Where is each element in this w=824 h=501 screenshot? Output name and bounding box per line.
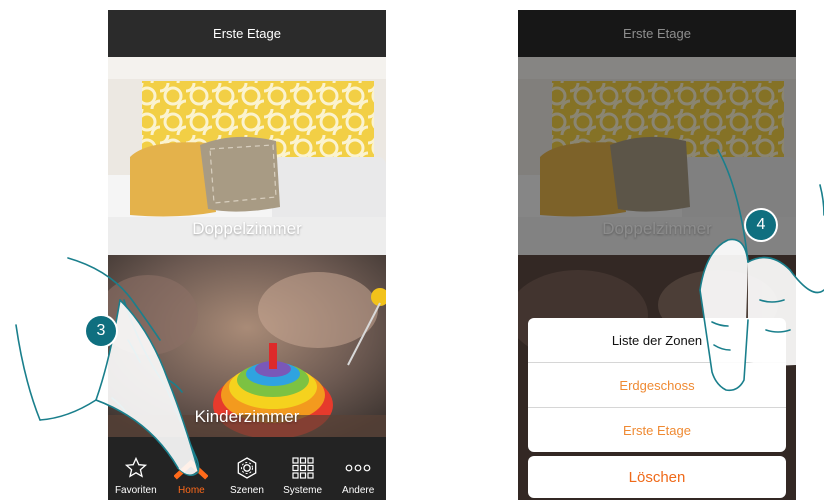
zone-list-sheet: Liste der Zonen Erdgeschoss Erste Etage <box>528 318 786 452</box>
step-badge-4: 4 <box>746 210 776 240</box>
bottom-nav: Favoriten Home Szenen Systeme Andere <box>108 437 386 500</box>
cancel-button[interactable]: Löschen <box>528 456 786 498</box>
zone-option-erdgeschoss[interactable]: Erdgeschoss <box>528 362 786 407</box>
title-bar: Erste Etage <box>108 10 386 57</box>
grid-icon <box>291 455 315 481</box>
room-tile-kinderzimmer[interactable]: Kinderzimmer <box>108 255 386 437</box>
room-label: Doppelzimmer <box>192 219 302 238</box>
step-badge-3: 3 <box>86 316 116 346</box>
nav-szenen[interactable]: Szenen <box>219 437 275 500</box>
home-icon <box>174 455 209 481</box>
nav-home[interactable]: Home <box>164 437 220 500</box>
phone-screen-right: Erste Etage Doppelzimmer Liste der Zonen… <box>518 10 796 500</box>
star-icon <box>124 455 148 481</box>
sheet-title: Liste der Zonen <box>611 332 703 348</box>
room-label: Kinderzimmer <box>194 407 300 426</box>
nav-favoriten[interactable]: Favoriten <box>108 437 164 500</box>
nav-andere[interactable]: Andere <box>330 437 386 500</box>
page-title: Erste Etage <box>213 26 281 41</box>
more-icon <box>345 455 371 481</box>
room-tile-doppelzimmer[interactable]: Doppelzimmer <box>108 57 386 255</box>
nav-systeme[interactable]: Systeme <box>275 437 331 500</box>
phone-screen-left: Erste Etage Doppelzimmer Kinderzimmer Fa… <box>108 10 386 500</box>
scenes-icon <box>235 455 259 481</box>
zone-option-erste-etage[interactable]: Erste Etage <box>528 407 786 452</box>
